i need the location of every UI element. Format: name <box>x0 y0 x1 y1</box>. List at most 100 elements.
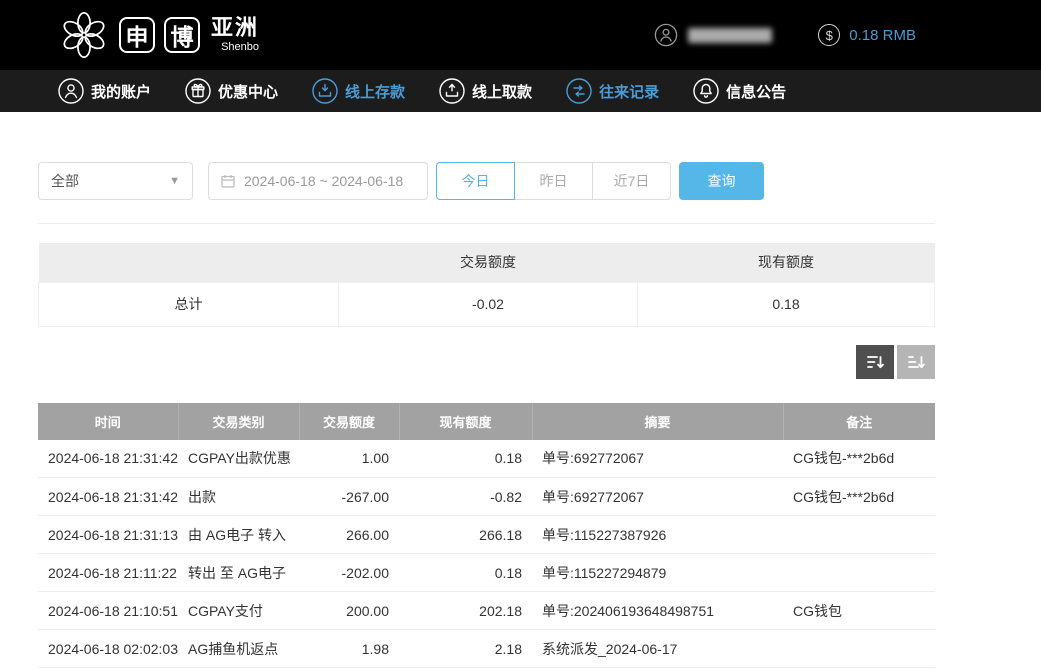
col-header-remark: 备注 <box>783 403 935 440</box>
table-cell: 2024-06-18 02:02:03 <box>38 630 178 668</box>
table-cell: 2024-06-18 21:31:13 <box>38 516 178 554</box>
summary-total-label: 总计 <box>39 282 339 326</box>
records-header-row: 时间 交易类别 交易额度 现有额度 摘要 备注 <box>38 403 935 440</box>
records-icon <box>566 78 592 104</box>
nav-item-announcements[interactable]: 信息公告 <box>693 78 786 104</box>
user-icon <box>58 78 84 104</box>
table-cell <box>783 516 935 554</box>
sort-controls <box>38 345 935 379</box>
nav-item-records[interactable]: 往来记录 <box>566 78 659 104</box>
table-cell: 单号:202406193648498751 <box>532 592 783 630</box>
dollar-icon: $ <box>818 24 840 46</box>
table-cell: 出款 <box>178 478 299 516</box>
sort-desc-button[interactable] <box>856 345 894 379</box>
table-cell: 2024-06-18 21:10:51 <box>38 592 178 630</box>
table-cell: 1.98 <box>299 630 399 668</box>
summary-balance-total: 0.18 <box>638 282 935 326</box>
table-cell <box>783 630 935 668</box>
withdraw-icon <box>439 78 465 104</box>
table-cell: -202.00 <box>299 554 399 592</box>
brand-text: 亚洲 Shenbo <box>211 17 259 53</box>
username-blurred <box>688 28 772 43</box>
summary-transaction-total: -0.02 <box>339 282 638 326</box>
table-row: 2024-06-18 21:11:22转出 至 AG电子-202.000.18单… <box>38 554 935 592</box>
table-cell: 2024-06-18 21:31:42 <box>38 478 178 516</box>
date-range-input[interactable]: 2024-06-18 ~ 2024-06-18 <box>208 162 428 200</box>
quick-btn-today[interactable]: 今日 <box>436 162 515 200</box>
date-range-value: 2024-06-18 ~ 2024-06-18 <box>244 173 403 189</box>
col-header-balance: 现有额度 <box>399 403 532 440</box>
table-cell: CG钱包-***2b6d <box>783 440 935 478</box>
table-cell: 0.18 <box>399 554 532 592</box>
summary-header-empty <box>39 243 339 282</box>
table-cell: 266.18 <box>399 516 532 554</box>
table-cell: 单号:115227294879 <box>532 554 783 592</box>
table-cell: 单号:692772067 <box>532 440 783 478</box>
quick-range-group: 今日 昨日 近7日 <box>436 162 671 200</box>
nav-item-my-account[interactable]: 我的账户 <box>58 78 151 104</box>
records-table-body: 2024-06-18 21:31:42CGPAY出款优惠1.000.18单号:6… <box>38 440 935 668</box>
table-cell: CGPAY支付 <box>178 592 299 630</box>
nav-label: 我的账户 <box>91 81 151 102</box>
section-divider <box>38 223 935 224</box>
table-cell: 系统派发_2024-06-17 <box>532 630 783 668</box>
nav-label: 往来记录 <box>599 81 659 102</box>
brand-char-1: 申 <box>119 17 155 53</box>
table-cell <box>783 554 935 592</box>
summary-table: 交易额度 现有额度 总计 -0.02 0.18 <box>38 243 935 327</box>
nav-label: 优惠中心 <box>218 81 278 102</box>
table-cell: 1.00 <box>299 440 399 478</box>
nav-label: 信息公告 <box>726 81 786 102</box>
nav-label: 线上取款 <box>472 81 532 102</box>
chevron-down-icon: ▼ <box>169 175 180 187</box>
nav-item-withdraw[interactable]: 线上取款 <box>439 78 532 104</box>
sort-desc-icon <box>865 352 885 372</box>
flower-logo-icon <box>58 9 110 61</box>
filter-bar: 全部 ▼ 2024-06-18 ~ 2024-06-18 今日 昨日 近7日 查… <box>38 162 935 200</box>
nav-label: 线上存款 <box>345 81 405 102</box>
bell-icon <box>693 78 719 104</box>
brand-char-2: 博 <box>164 17 200 53</box>
search-button[interactable]: 查询 <box>679 162 764 200</box>
table-row: 2024-06-18 21:31:13由 AG电子 转入266.00266.18… <box>38 516 935 554</box>
table-row: 2024-06-18 02:02:03AG捕鱼机返点1.982.18系统派发_2… <box>38 630 935 668</box>
balance-amount: 0.18 RMB <box>849 27 916 44</box>
top-header: 申 博 亚洲 Shenbo $ 0.18 RMB <box>0 0 1041 70</box>
table-cell: 由 AG电子 转入 <box>178 516 299 554</box>
sort-asc-button[interactable] <box>897 345 935 379</box>
brand-en: Shenbo <box>221 42 259 53</box>
sort-asc-icon <box>906 352 926 372</box>
brand-region: 亚洲 <box>211 17 259 39</box>
nav-item-deposit[interactable]: 线上存款 <box>312 78 405 104</box>
table-cell: 转出 至 AG电子 <box>178 554 299 592</box>
col-header-amount: 交易额度 <box>299 403 399 440</box>
table-cell: 2024-06-18 21:11:22 <box>38 554 178 592</box>
table-cell: CG钱包 <box>783 592 935 630</box>
table-cell: 200.00 <box>299 592 399 630</box>
table-cell: CG钱包-***2b6d <box>783 478 935 516</box>
type-select[interactable]: 全部 ▼ <box>38 162 193 200</box>
table-cell: AG捕鱼机返点 <box>178 630 299 668</box>
nav-item-promotions[interactable]: 优惠中心 <box>185 78 278 104</box>
quick-btn-last7days[interactable]: 近7日 <box>592 162 671 200</box>
col-header-time: 时间 <box>38 403 178 440</box>
quick-btn-yesterday[interactable]: 昨日 <box>514 162 593 200</box>
records-table: 时间 交易类别 交易额度 现有额度 摘要 备注 2024-06-18 21:31… <box>38 403 935 669</box>
brand-logo[interactable]: 申 博 亚洲 Shenbo <box>58 9 259 61</box>
table-row: 2024-06-18 21:31:42CGPAY出款优惠1.000.18单号:6… <box>38 440 935 478</box>
summary-header-row: 交易额度 现有额度 <box>39 243 935 282</box>
table-cell: 单号:692772067 <box>532 478 783 516</box>
table-cell: 2024-06-18 21:31:42 <box>38 440 178 478</box>
gift-icon <box>185 78 211 104</box>
records-page: 全部 ▼ 2024-06-18 ~ 2024-06-18 今日 昨日 近7日 查… <box>38 162 935 668</box>
summary-header-transaction: 交易额度 <box>339 243 638 282</box>
account-user-icon <box>654 23 678 47</box>
col-header-type: 交易类别 <box>178 403 299 440</box>
table-cell: -267.00 <box>299 478 399 516</box>
table-cell: CGPAY出款优惠 <box>178 440 299 478</box>
table-row: 2024-06-18 21:10:51CGPAY支付200.00202.18单号… <box>38 592 935 630</box>
table-cell: 单号:115227387926 <box>532 516 783 554</box>
table-cell: 202.18 <box>399 592 532 630</box>
summary-total-row: 总计 -0.02 0.18 <box>39 282 935 326</box>
type-select-value: 全部 <box>51 171 79 191</box>
